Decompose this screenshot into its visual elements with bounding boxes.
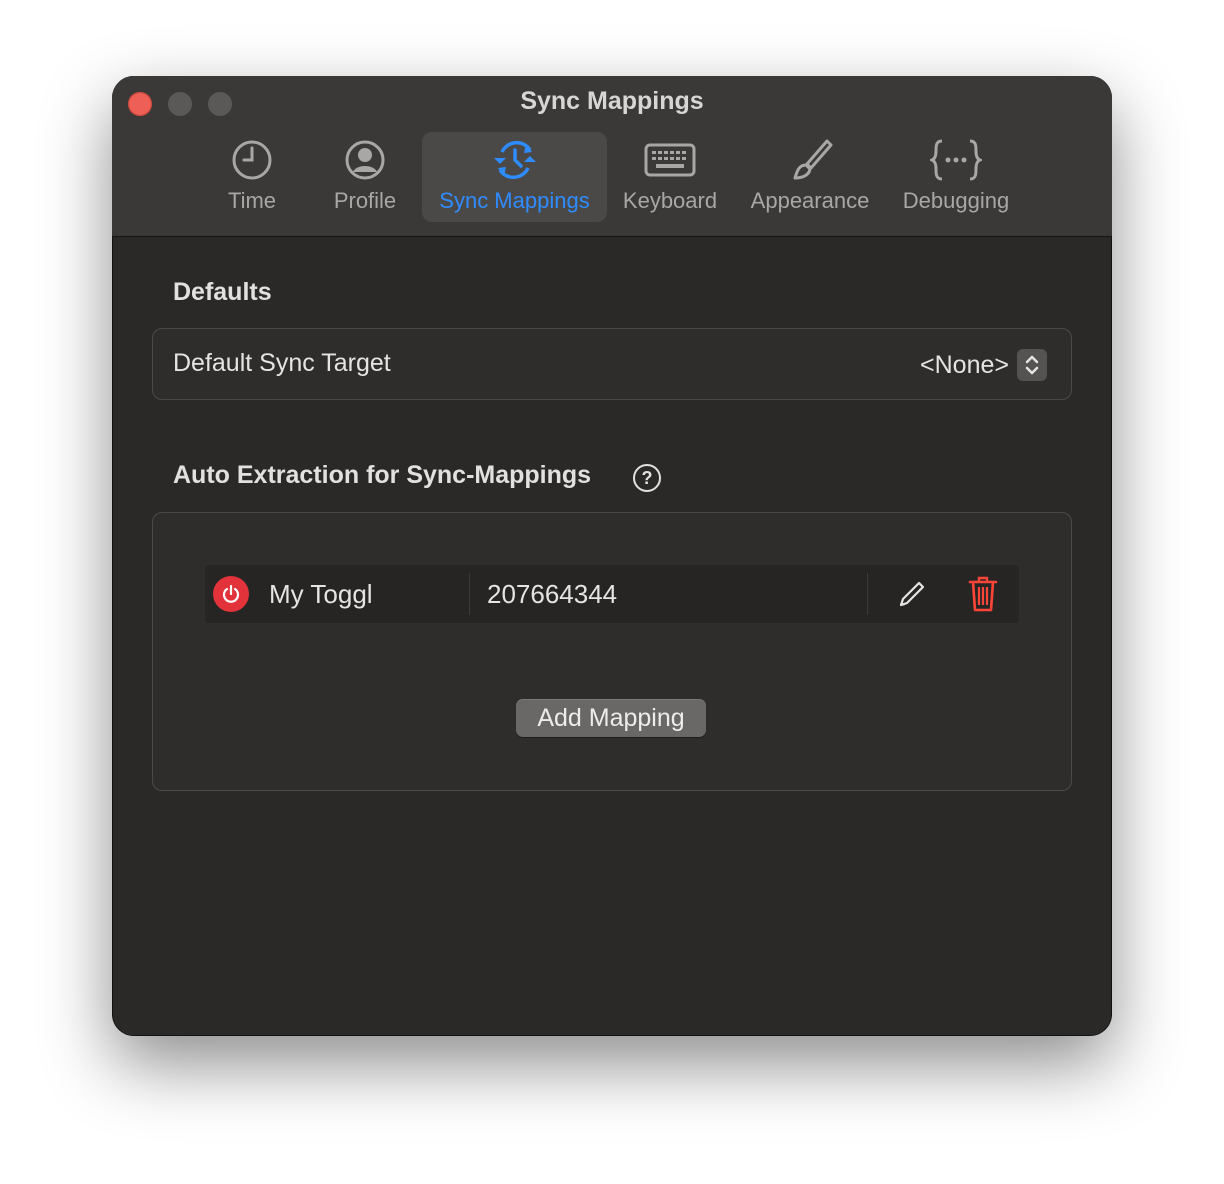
tab-keyboard[interactable]: Keyboard [618,132,722,222]
preferences-window: Sync Mappings Time Profile Sync Mappings… [112,76,1112,1036]
mapping-id: 207664344 [487,579,618,609]
chevron-up-down-icon [1017,349,1047,381]
paintbrush-icon [787,132,833,188]
tab-profile[interactable]: Profile [324,132,406,222]
keyboard-icon [644,132,696,188]
add-mapping-button[interactable]: Add Mapping [516,699,706,737]
trash-icon[interactable] [967,575,999,618]
default-sync-target-label: Default Sync Target [173,349,391,377]
tab-label: Appearance [750,188,870,213]
toolbar: Sync Mappings Time Profile Sync Mappings… [112,76,1112,237]
column-divider [867,573,868,615]
power-icon[interactable] [213,576,249,612]
tab-time[interactable]: Time [215,132,289,222]
auto-extraction-header: Auto Extraction for Sync-Mappings [173,461,591,491]
sync-clock-icon [490,132,540,188]
mapping-name: My Toggl [269,579,373,609]
column-divider [469,573,470,615]
clock-icon [231,132,273,188]
default-sync-target-row: Default Sync Target <None> [152,328,1072,400]
curly-braces-icon [930,132,982,188]
tab-label: Keyboard [622,188,718,213]
preferences-content: Defaults Default Sync Target <None> Auto… [112,237,1112,1036]
list-item[interactable]: My Toggl 207664344 [205,565,1019,623]
tab-label: Debugging [902,188,1010,213]
auto-extraction-heading: Auto Extraction for Sync-Mappings [173,461,592,489]
pencil-icon[interactable] [897,579,927,614]
window-title: Sync Mappings [520,87,704,115]
default-sync-target-popup[interactable]: <None> [920,349,1047,381]
defaults-heading: Defaults [173,278,272,306]
tab-debugging[interactable]: Debugging [898,132,1014,222]
tab-label: Time [227,188,277,213]
mappings-container: My Toggl 207664344 Add Mapping [152,512,1072,791]
preferences-tabs: Time Profile Sync Mappings Keyboard Appe… [112,132,1112,222]
tab-sync-mappings[interactable]: Sync Mappings [422,132,607,222]
tab-label: Sync Mappings [439,188,590,213]
selected-value: <None> [920,350,1009,379]
tab-appearance[interactable]: Appearance [746,132,874,222]
person-circle-icon [344,132,386,188]
tab-label: Profile [333,188,397,213]
help-icon[interactable]: ? [633,464,661,492]
